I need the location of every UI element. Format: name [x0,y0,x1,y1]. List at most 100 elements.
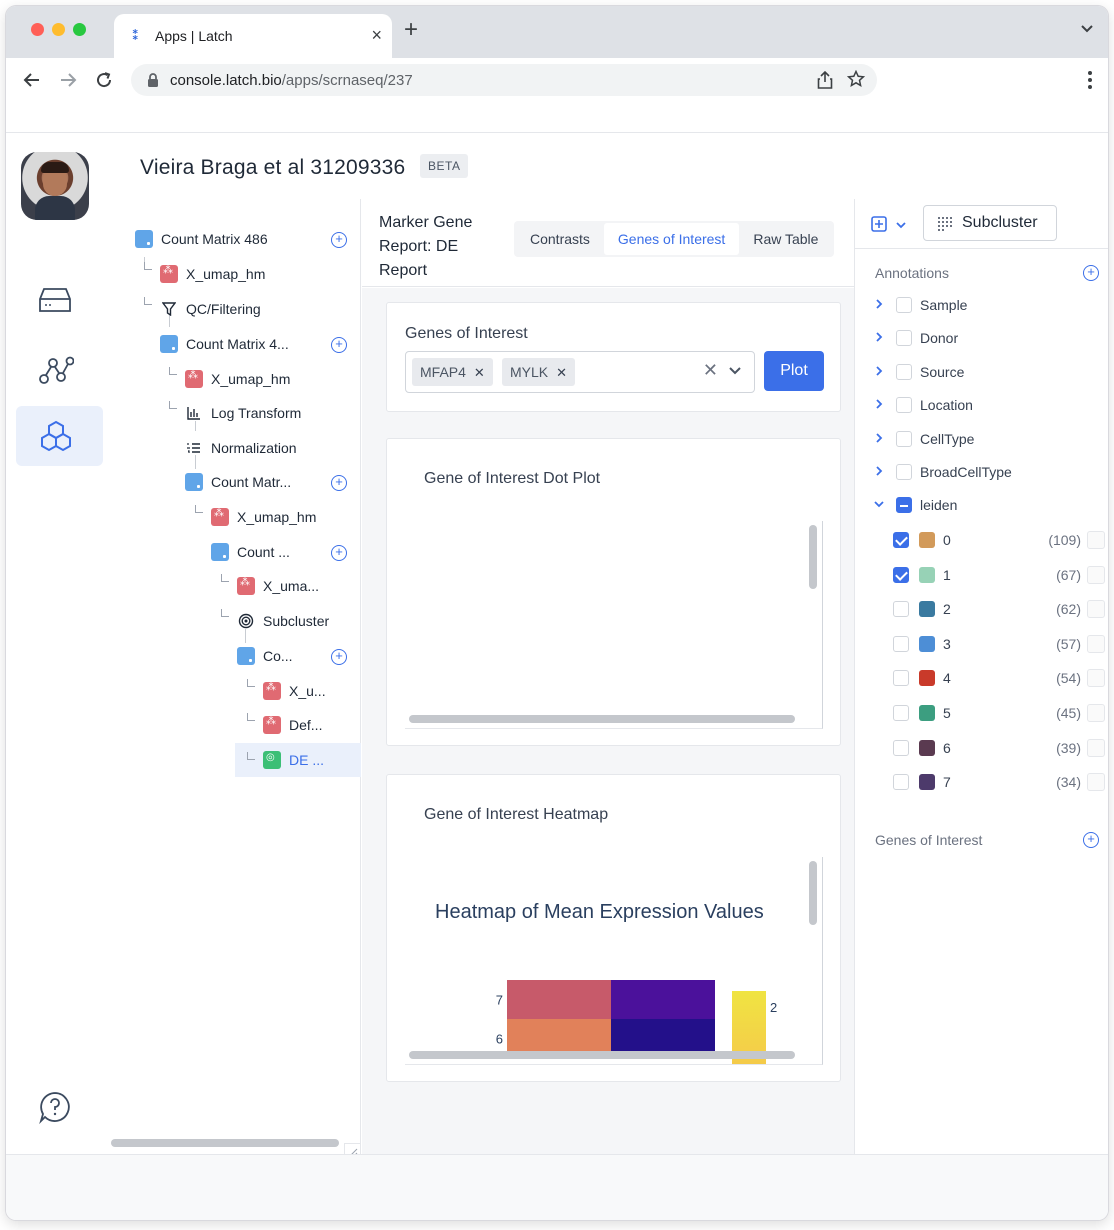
leiden-cluster-row[interactable]: 5 (45) [873,696,1108,730]
cluster-action-icon[interactable] [1087,600,1105,619]
chevron-right-icon[interactable] [873,397,891,413]
annotation-row[interactable]: Donor [873,321,1103,355]
add-gene-icon[interactable]: + [1083,832,1099,848]
plot-button[interactable]: Plot [764,351,824,391]
cluster-checkbox[interactable] [893,705,909,721]
leiden-cluster-row[interactable]: 0 (109) [873,523,1108,557]
minimize-window-button[interactable] [52,23,65,36]
add-node-icon[interactable]: + [331,475,347,491]
tree-item[interactable]: QC/Filtering [160,292,261,326]
cluster-color-swatch[interactable] [919,670,935,687]
add-annotation-icon[interactable]: + [1083,265,1099,281]
tree-item[interactable]: Subcluster [237,604,329,638]
address-bar[interactable]: console.latch.bio/apps/scrnaseq/237 [131,64,877,96]
leiden-cluster-row[interactable]: 3 (57) [873,627,1108,661]
tree-item[interactable]: Co... [237,639,293,673]
close-tab-icon[interactable]: × [371,25,382,46]
add-node-icon[interactable]: + [331,545,347,561]
annotation-checkbox[interactable] [896,397,912,414]
annotation-row[interactable]: CellType [873,422,1103,456]
gene-select[interactable]: MFAP4 ✕ MYLK ✕ ✕ [405,351,755,393]
annotation-checkbox[interactable] [896,464,912,480]
share-icon[interactable] [817,71,833,89]
cluster-color-swatch[interactable] [919,705,935,721]
chevron-right-icon[interactable] [873,464,891,480]
add-node-icon[interactable]: + [331,232,347,248]
tab-search-chevron-icon[interactable] [1080,24,1094,34]
cluster-checkbox[interactable] [893,566,909,583]
cluster-action-icon[interactable] [1087,565,1105,584]
chevron-right-icon[interactable] [873,330,891,346]
annotation-checkbox[interactable] [896,363,912,380]
tab-genes-of-interest[interactable]: Genes of Interest [603,223,740,255]
cluster-color-swatch[interactable] [919,739,935,756]
heatmap-vertical-scrollbar[interactable] [809,861,817,925]
maximize-window-button[interactable] [73,23,86,36]
chevron-right-icon[interactable] [873,364,891,380]
cluster-action-icon[interactable] [1087,738,1105,757]
tree-item[interactable]: X_u... [263,674,326,708]
annotation-row[interactable]: leiden [873,488,1103,522]
sidebar-item-workflows[interactable] [16,339,103,399]
tree-item[interactable]: Count Matrix 486 [135,222,361,256]
browser-menu-icon[interactable] [1088,71,1092,89]
sidebar-item-apps[interactable] [16,406,103,466]
cluster-color-swatch[interactable] [919,601,935,618]
close-window-button[interactable] [31,23,44,36]
remove-chip-icon[interactable]: ✕ [474,365,485,380]
cluster-checkbox[interactable] [893,601,909,618]
leiden-cluster-row[interactable]: 2 (62) [873,592,1108,626]
sidebar-item-help[interactable] [16,1076,103,1136]
cluster-action-icon[interactable] [1087,773,1105,792]
chevron-down-icon[interactable] [873,497,891,513]
cluster-action-icon[interactable] [1087,704,1105,722]
add-node-icon[interactable]: + [331,337,347,353]
subcluster-button[interactable]: Subcluster [923,205,1057,241]
new-tab-icon[interactable]: + [404,18,418,42]
chevron-right-icon[interactable] [873,297,891,313]
reload-icon[interactable] [94,70,114,90]
dot-plot-vertical-scrollbar[interactable] [809,525,817,589]
dot-plot-horizontal-scrollbar[interactable] [409,715,795,723]
leiden-cluster-row[interactable]: 7 (34) [873,765,1108,799]
add-node-icon[interactable]: + [331,649,347,665]
forward-arrow-icon[interactable] [58,70,78,90]
tree-item[interactable]: Normalization [185,431,297,465]
tree-item[interactable]: Count Matr... [185,465,291,499]
add-square-icon[interactable] [871,216,887,232]
tree-item[interactable]: X_umap_hm [211,500,316,534]
annotation-checkbox[interactable] [896,430,912,447]
annotation-row[interactable]: Sample [873,288,1103,322]
cluster-checkbox[interactable] [893,532,909,548]
annotation-checkbox[interactable] [896,297,912,313]
tab-raw-table[interactable]: Raw Table [739,223,832,255]
browser-tab[interactable]: ⁑ Apps | Latch × [114,14,392,58]
cluster-checkbox[interactable] [893,670,909,687]
tree-item[interactable]: X_umap_hm [185,362,290,396]
tree-horizontal-scrollbar[interactable] [111,1139,339,1147]
back-arrow-icon[interactable] [22,70,42,90]
annotation-checkbox[interactable] [896,497,912,514]
cluster-action-icon[interactable] [1087,669,1105,688]
tree-item[interactable]: Log Transform [185,396,301,430]
tree-item[interactable]: Count Matrix 4... [160,327,289,361]
chevron-down-icon[interactable] [728,366,742,376]
annotation-row[interactable]: Location [873,388,1103,422]
cluster-checkbox[interactable] [893,774,909,791]
leiden-cluster-row[interactable]: 6 (39) [873,731,1108,765]
remove-chip-icon[interactable]: ✕ [556,365,567,380]
annotation-row[interactable]: BroadCellType [873,455,1103,489]
annotation-checkbox[interactable] [896,330,912,347]
leiden-cluster-row[interactable]: 4 (54) [873,661,1108,695]
clear-selection-icon[interactable]: ✕ [703,360,718,381]
tree-item[interactable]: X_uma... [237,569,319,603]
cluster-action-icon[interactable] [1087,531,1105,549]
cluster-color-swatch[interactable] [919,532,935,548]
chevron-right-icon[interactable] [873,431,891,447]
tree-item[interactable]: Count ... [211,535,290,569]
heatmap-horizontal-scrollbar[interactable] [409,1051,795,1059]
bookmark-star-icon[interactable] [847,70,865,88]
sidebar-item-data[interactable] [16,271,103,331]
leiden-cluster-row[interactable]: 1 (67) [873,558,1108,592]
annotation-row[interactable]: Source [873,355,1103,389]
